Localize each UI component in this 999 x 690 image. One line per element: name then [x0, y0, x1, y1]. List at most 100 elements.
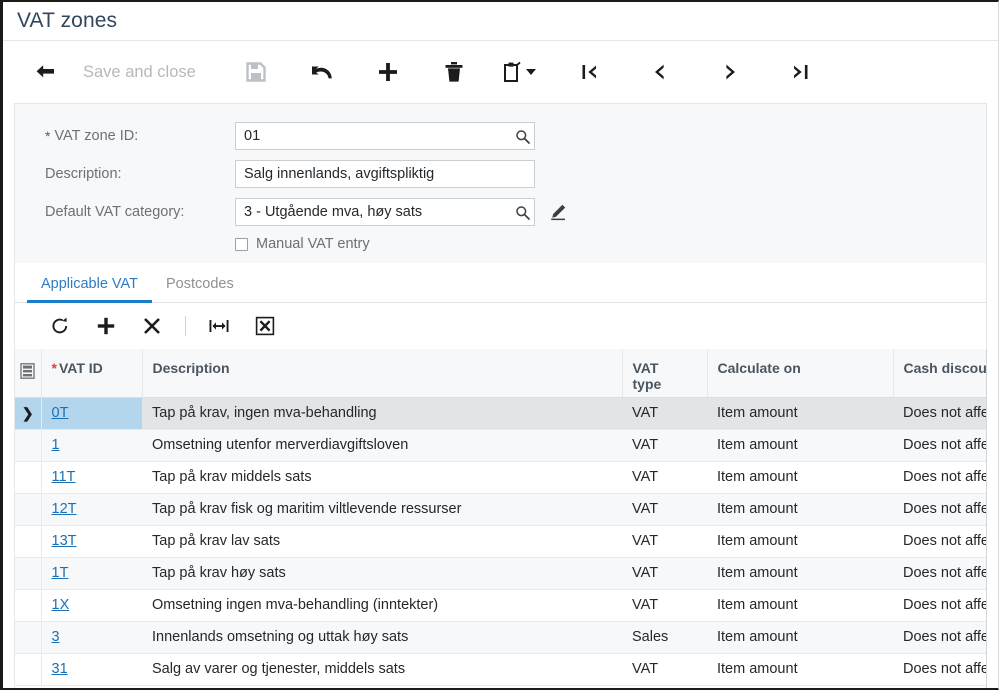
- table-row[interactable]: 1X Omsetning ingen mva-behandling (inntek…: [15, 589, 986, 622]
- next-record-button[interactable]: [710, 52, 750, 92]
- delete-record-button[interactable]: [434, 52, 474, 92]
- cell-vat-id[interactable]: 1T: [41, 557, 142, 590]
- row-selector-cell[interactable]: [15, 429, 42, 462]
- cell-cash-discount[interactable]: Does not affect VAT: [893, 621, 986, 654]
- cell-calculate-on[interactable]: Item amount: [707, 493, 893, 526]
- vat-id-link[interactable]: 12T: [52, 501, 77, 517]
- undo-button[interactable]: [302, 52, 342, 92]
- vat-zone-id-input[interactable]: 01: [235, 122, 535, 150]
- previous-record-button[interactable]: [640, 52, 680, 92]
- row-selector-cell[interactable]: [15, 493, 42, 526]
- cell-cash-discount[interactable]: Does not affect VAT: [893, 429, 986, 462]
- cell-calculate-on[interactable]: Item amount: [707, 653, 893, 686]
- header-calculate-on[interactable]: Calculate on: [707, 349, 894, 398]
- table-row[interactable]: 12T Tap på krav fisk og maritim viltleven…: [15, 493, 986, 526]
- vat-id-link[interactable]: 1X: [52, 597, 70, 613]
- manual-vat-entry-checkbox[interactable]: [235, 237, 248, 251]
- add-row-button[interactable]: [83, 307, 129, 345]
- save-and-close-button[interactable]: Save and close: [65, 63, 214, 82]
- cell-vat-id[interactable]: 3: [41, 621, 142, 654]
- cell-vat-id[interactable]: 31: [41, 653, 142, 686]
- vat-id-link[interactable]: 13T: [52, 533, 77, 549]
- cell-description[interactable]: Salg av varer og tjenester, middels sats: [142, 653, 622, 686]
- tab-applicable-vat[interactable]: Applicable VAT: [27, 276, 152, 303]
- default-vat-category-input[interactable]: 3 - Utgående mva, høy sats: [235, 198, 535, 226]
- cell-calculate-on[interactable]: Item amount: [707, 429, 893, 462]
- cell-description[interactable]: Tap på krav fisk og maritim viltlevende …: [142, 493, 622, 526]
- cell-cash-discount[interactable]: Does not affect VAT: [893, 525, 986, 558]
- refresh-button[interactable]: [37, 307, 83, 345]
- row-selector-cell[interactable]: [15, 589, 42, 622]
- cell-vat-id[interactable]: 1: [41, 429, 142, 462]
- back-button[interactable]: [25, 52, 65, 92]
- export-to-excel-button[interactable]: [242, 307, 288, 345]
- first-record-button[interactable]: [570, 52, 610, 92]
- table-row[interactable]: ❯ 0T Tap på krav, ingen mva-behandling VAT I…: [15, 397, 986, 430]
- row-selector-cell[interactable]: [15, 653, 42, 686]
- cell-calculate-on[interactable]: Item amount: [707, 589, 893, 622]
- cell-vat-type[interactable]: VAT: [622, 557, 707, 590]
- copy-paste-menu-button[interactable]: [500, 52, 540, 92]
- cell-cash-discount[interactable]: Does not affect VAT: [893, 557, 986, 590]
- last-record-button[interactable]: [780, 52, 820, 92]
- cell-vat-id[interactable]: 12T: [41, 493, 142, 526]
- cell-description[interactable]: Innenlands omsetning og uttak høy sats: [142, 621, 622, 654]
- default-vat-category-edit-button[interactable]: [547, 201, 569, 223]
- row-selector-cell[interactable]: ❯: [15, 397, 42, 430]
- cell-cash-discount[interactable]: Does not affect VAT: [893, 589, 986, 622]
- cell-vat-id[interactable]: 0T: [41, 397, 142, 430]
- cell-vat-type[interactable]: VAT: [622, 461, 707, 494]
- table-row[interactable]: 1 Omsetning utenfor merverdiavgiftsloven V…: [15, 429, 986, 462]
- default-vat-category-lookup-button[interactable]: [510, 205, 534, 220]
- applicable-vat-grid[interactable]: * VAT ID Description VAT type Calculate o…: [14, 349, 987, 688]
- cell-calculate-on[interactable]: Item amount: [707, 525, 893, 558]
- add-record-button[interactable]: [368, 52, 408, 92]
- cell-description[interactable]: Tap på krav, ingen mva-behandling: [142, 397, 622, 430]
- cell-calculate-on[interactable]: Item amount: [707, 397, 893, 430]
- cell-calculate-on[interactable]: Item amount: [707, 557, 893, 590]
- vat-id-link[interactable]: 0T: [52, 405, 69, 421]
- cell-vat-type[interactable]: Sales: [622, 621, 707, 654]
- cell-vat-type[interactable]: VAT: [622, 493, 707, 526]
- description-input[interactable]: Salg innenlands, avgiftspliktig: [235, 160, 535, 188]
- fit-columns-button[interactable]: [196, 307, 242, 345]
- cell-vat-id[interactable]: 11T: [41, 461, 142, 494]
- table-row[interactable]: 13T Tap på krav lav sats VAT Item amount Doe…: [15, 525, 986, 558]
- row-selector-cell[interactable]: [15, 621, 42, 654]
- cell-vat-id[interactable]: 13T: [41, 525, 142, 558]
- cell-calculate-on[interactable]: Item amount: [707, 461, 893, 494]
- cell-cash-discount[interactable]: Does not affect VAT: [893, 493, 986, 526]
- vat-id-link[interactable]: 1T: [52, 565, 69, 581]
- cell-description[interactable]: Tap på krav middels sats: [142, 461, 622, 494]
- save-button[interactable]: [236, 52, 276, 92]
- cell-cash-discount[interactable]: Does not affect VAT: [893, 397, 986, 430]
- vat-id-link[interactable]: 31: [52, 661, 68, 677]
- cell-vat-id[interactable]: 1X: [41, 589, 142, 622]
- row-selector-cell[interactable]: [15, 525, 42, 558]
- cell-vat-type[interactable]: VAT: [622, 525, 707, 558]
- column-settings-header[interactable]: [15, 349, 42, 398]
- cell-vat-type[interactable]: VAT: [622, 397, 707, 430]
- cell-description[interactable]: Omsetning ingen mva-behandling (inntekte…: [142, 589, 622, 622]
- table-row[interactable]: 31 Salg av varer og tjenester, middels sa…: [15, 653, 986, 686]
- cell-vat-type[interactable]: VAT: [622, 653, 707, 686]
- vat-id-link[interactable]: 1: [52, 437, 60, 453]
- tab-postcodes[interactable]: Postcodes: [152, 276, 248, 302]
- header-vat-id[interactable]: * VAT ID: [41, 349, 143, 398]
- cell-vat-type[interactable]: VAT: [622, 429, 707, 462]
- vat-id-link[interactable]: 11T: [52, 469, 76, 485]
- cell-cash-discount[interactable]: Does not affect VAT: [893, 461, 986, 494]
- cell-calculate-on[interactable]: Item amount: [707, 621, 893, 654]
- header-description[interactable]: Description: [142, 349, 623, 398]
- delete-row-button[interactable]: [129, 307, 175, 345]
- header-cash-discount[interactable]: Cash discount: [893, 349, 986, 398]
- header-vat-type[interactable]: VAT type: [622, 349, 708, 398]
- vat-zone-id-lookup-button[interactable]: [510, 129, 534, 144]
- cell-description[interactable]: Tap på krav høy sats: [142, 557, 622, 590]
- cell-cash-discount[interactable]: Does not affect VAT: [893, 653, 986, 686]
- table-row[interactable]: 1T Tap på krav høy sats VAT Item amount Does…: [15, 557, 986, 590]
- cell-description[interactable]: Tap på krav lav sats: [142, 525, 622, 558]
- table-row[interactable]: 11T Tap på krav middels sats VAT Item amoun…: [15, 461, 986, 494]
- row-selector-cell[interactable]: [15, 557, 42, 590]
- row-selector-cell[interactable]: [15, 461, 42, 494]
